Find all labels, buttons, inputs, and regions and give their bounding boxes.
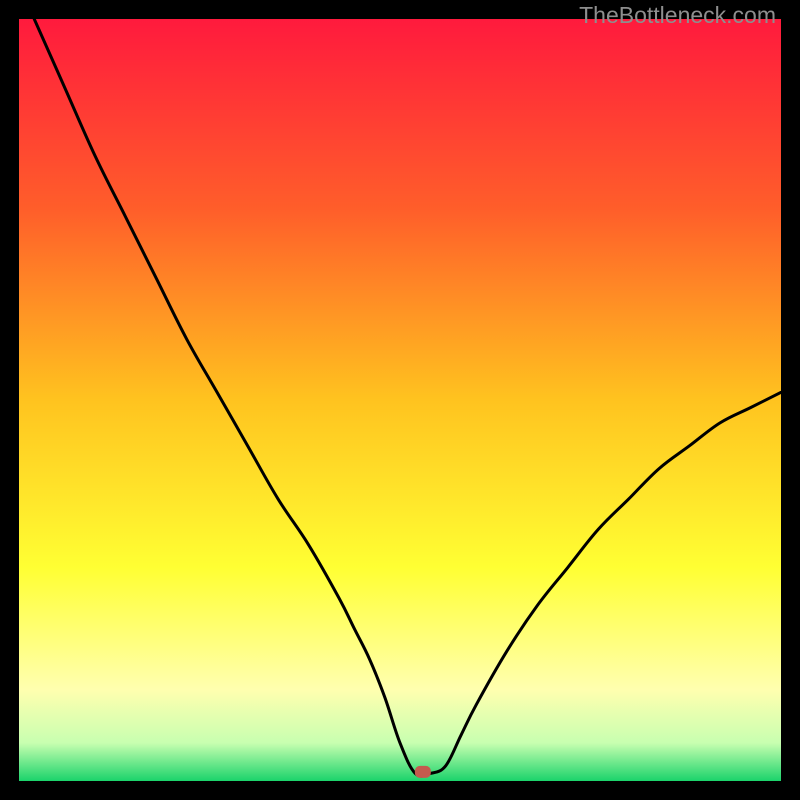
gradient-background (19, 19, 781, 781)
bottleneck-chart (19, 19, 781, 781)
watermark-text: TheBottleneck.com (579, 2, 776, 29)
chart-frame (19, 19, 781, 781)
marker-dot (415, 766, 431, 778)
